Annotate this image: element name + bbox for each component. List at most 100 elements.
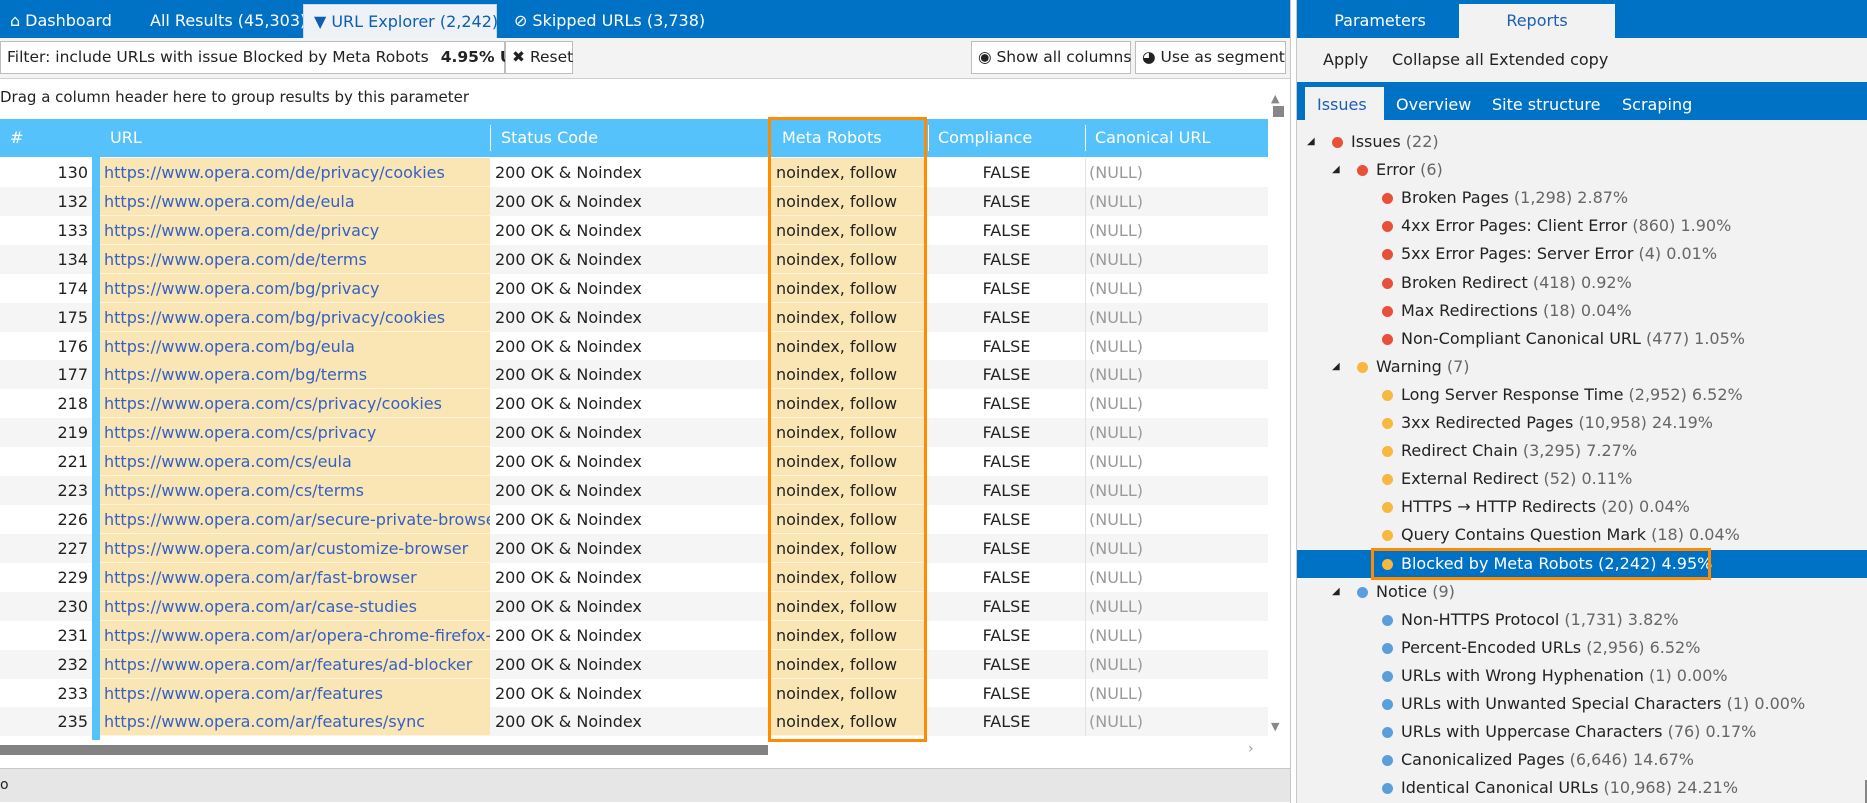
subtab-overview[interactable]: Overview [1384, 87, 1483, 120]
url-cell[interactable]: https://www.opera.com/bg/eula [100, 331, 490, 361]
table-row[interactable]: 223 https://www.opera.com/cs/terms 200 OK … [0, 476, 1268, 506]
tree-node[interactable]: ◢ Error (6) [1297, 156, 1867, 184]
tree-node[interactable]: External Redirect (52) 0.11% [1297, 465, 1867, 493]
apply-button[interactable]: Apply [1323, 50, 1368, 69]
tree-node[interactable]: Broken Redirect (418) 0.92% [1297, 269, 1867, 297]
table-row[interactable]: 133 https://www.opera.com/de/privacy 200 O… [0, 215, 1268, 245]
table-row[interactable]: 176 https://www.opera.com/bg/eula 200 OK &… [0, 331, 1268, 361]
url-cell[interactable]: https://www.opera.com/de/privacy [100, 215, 490, 245]
url-cell[interactable]: https://www.opera.com/ar/opera-chrome-fi… [100, 620, 490, 650]
table-row[interactable]: 134 https://www.opera.com/de/terms 200 OK … [0, 244, 1268, 274]
column-separator[interactable] [928, 125, 929, 151]
subtab-issues[interactable]: Issues [1305, 87, 1384, 120]
tree-node[interactable]: Percent-Encoded URLs (2,956) 6.52% [1297, 634, 1867, 662]
tree-node[interactable]: Redirect Chain (3,295) 7.27% [1297, 437, 1867, 465]
scrollbar-thumb[interactable] [0, 745, 768, 755]
url-cell[interactable]: https://www.opera.com/ar/customize-brows… [100, 533, 490, 563]
url-cell[interactable]: https://www.opera.com/ar/fast-browser [100, 562, 490, 592]
tree-node[interactable]: ◢ Notice (9) [1297, 578, 1867, 606]
url-cell[interactable]: https://www.opera.com/bg/privacy/cookies [100, 302, 490, 332]
tree-node[interactable]: Query Contains Question Mark (18) 0.04% [1297, 521, 1867, 549]
tree-node[interactable]: URLs with Wrong Hyphenation (1) 0.00% [1297, 662, 1867, 690]
tree-node[interactable]: 5xx Error Pages: Server Error (4) 0.01% [1297, 240, 1867, 268]
tree-node[interactable]: 4xx Error Pages: Client Error (860) 1.90… [1297, 212, 1867, 240]
column-header-canonical-url[interactable]: Canonical URL [1095, 119, 1210, 157]
subtab-scraping[interactable]: Scraping [1610, 87, 1704, 120]
tree-node[interactable]: URLs with Uppercase Characters (76) 0.17… [1297, 718, 1867, 746]
table-row[interactable]: 174 https://www.opera.com/bg/privacy 200 O… [0, 273, 1268, 303]
horizontal-scrollbar[interactable]: › [0, 741, 1268, 757]
url-cell[interactable]: https://www.opera.com/cs/privacy [100, 418, 490, 448]
tree-node[interactable]: Canonicalized Pages (6,646) 14.67% [1297, 746, 1867, 774]
table-row[interactable]: 218 https://www.opera.com/cs/privacy/cook… [0, 389, 1268, 419]
scroll-down-icon[interactable]: ▼ [1271, 720, 1279, 733]
url-cell[interactable]: https://www.opera.com/cs/eula [100, 447, 490, 477]
url-cell[interactable]: https://www.opera.com/ar/case-studies [100, 591, 490, 621]
tree-node[interactable]: Non-HTTPS Protocol (1,731) 3.82% [1297, 606, 1867, 634]
column-header-meta-robots[interactable]: Meta Robots [782, 119, 882, 157]
vertical-scrollbar[interactable]: ▲ ▼ [1268, 92, 1288, 740]
table-row[interactable]: 232 https://www.opera.com/ar/features/ad-… [0, 649, 1268, 679]
column-header-url[interactable]: URL [110, 119, 142, 157]
tab-all-results[interactable]: All Results (45,303) [140, 4, 316, 38]
subtab-site-structure[interactable]: Site structure [1480, 87, 1612, 120]
collapse-all-button[interactable]: Collapse all [1392, 50, 1484, 69]
table-row[interactable]: 235 https://www.opera.com/ar/features/syn… [0, 707, 1268, 737]
table-row[interactable]: 230 https://www.opera.com/ar/case-studies… [0, 591, 1268, 621]
url-cell[interactable]: https://www.opera.com/de/privacy/cookies [100, 158, 490, 187]
url-cell[interactable]: https://www.opera.com/bg/terms [100, 360, 490, 390]
url-cell[interactable]: https://www.opera.com/de/terms [100, 244, 490, 274]
scrollbar-thumb[interactable] [1273, 106, 1284, 117]
tree-node[interactable]: Blocked by Meta Robots (2,242) 4.95% [1297, 549, 1867, 578]
tab-url-explorer[interactable]: ▼ URL Explorer (2,242) [303, 4, 498, 38]
table-row[interactable]: 219 https://www.opera.com/cs/privacy 200 O… [0, 418, 1268, 448]
tree-node[interactable]: Non-Compliant Canonical URL (477) 1.05% [1297, 325, 1867, 353]
tree-node[interactable]: 3xx Redirected Pages (10,958) 24.19% [1297, 409, 1867, 437]
tree-node[interactable]: ◢ Warning (7) [1297, 353, 1867, 381]
expand-toggle-icon[interactable]: ◢ [1332, 353, 1340, 381]
url-cell[interactable]: https://www.opera.com/cs/privacy/cookies [100, 389, 490, 419]
scroll-up-icon[interactable]: ▲ [1271, 92, 1279, 105]
tab-reports[interactable]: Reports [1459, 4, 1615, 38]
tree-node[interactable]: ◢ Issues (22) [1297, 128, 1867, 156]
table-row[interactable]: 130 https://www.opera.com/de/privacy/cook… [0, 158, 1268, 187]
tree-node[interactable]: Identical Canonical URLs (10,968) 24.21% [1297, 774, 1867, 802]
tab-parameters[interactable]: Parameters [1297, 4, 1463, 38]
show-all-columns-button[interactable]: ◉ Show all columns [971, 41, 1131, 74]
url-cell[interactable]: https://www.opera.com/de/eula [100, 186, 490, 216]
use-as-segment-button[interactable]: ◕ Use as segment [1135, 41, 1286, 74]
table-row[interactable]: 226 https://www.opera.com/ar/secure-priva… [0, 505, 1268, 534]
expand-toggle-icon[interactable]: ◢ [1332, 156, 1340, 184]
tree-node[interactable]: Long Server Response Time (2,952) 6.52% [1297, 381, 1867, 409]
url-cell[interactable]: https://www.opera.com/bg/privacy [100, 273, 490, 303]
table-row[interactable]: 231 https://www.opera.com/ar/opera-chrome… [0, 620, 1268, 650]
tab-skipped-urls[interactable]: ⊘ Skipped URLs (3,738) [504, 4, 715, 38]
tab-dashboard[interactable]: ⌂ Dashboard [0, 4, 122, 38]
expand-toggle-icon[interactable]: ◢ [1307, 128, 1315, 156]
reset-button[interactable]: ✖ Reset [505, 41, 573, 74]
column-header-number[interactable]: # [10, 119, 23, 157]
url-cell[interactable]: https://www.opera.com/ar/features/ad-blo… [100, 649, 490, 679]
tree-node[interactable]: Max Redirections (18) 0.04% [1297, 297, 1867, 325]
url-cell[interactable]: https://www.opera.com/ar/secure-private-… [100, 505, 490, 534]
table-row[interactable]: 233 https://www.opera.com/ar/features 200 … [0, 678, 1268, 708]
url-cell[interactable]: https://www.opera.com/cs/terms [100, 476, 490, 506]
tree-node[interactable]: HTTPS → HTTP Redirects (20) 0.04% [1297, 493, 1867, 521]
column-header-compliance[interactable]: Compliance [938, 119, 1032, 157]
url-cell[interactable]: https://www.opera.com/ar/features [100, 678, 490, 708]
expand-toggle-icon[interactable]: ◢ [1332, 578, 1340, 606]
tree-node[interactable]: URLs with Unwanted Special Characters (1… [1297, 690, 1867, 718]
column-separator[interactable] [1085, 125, 1086, 151]
table-row[interactable]: 177 https://www.opera.com/bg/terms 200 OK … [0, 360, 1268, 390]
tree-node[interactable]: Broken Pages (1,298) 2.87% [1297, 184, 1867, 212]
table-row[interactable]: 221 https://www.opera.com/cs/eula 200 OK &… [0, 447, 1268, 477]
table-row[interactable]: 229 https://www.opera.com/ar/fast-browser… [0, 562, 1268, 592]
column-header-status-code[interactable]: Status Code [501, 119, 598, 157]
scroll-right-icon[interactable]: › [1248, 741, 1254, 757]
column-separator[interactable] [490, 125, 491, 151]
extended-copy-button[interactable]: Extended copy [1489, 50, 1608, 69]
table-row[interactable]: 227 https://www.opera.com/ar/customize-br… [0, 533, 1268, 563]
table-row[interactable]: 132 https://www.opera.com/de/eula 200 OK &… [0, 186, 1268, 216]
url-cell[interactable]: https://www.opera.com/ar/features/sync [100, 707, 490, 737]
group-by-drop-zone[interactable]: Drag a column header here to group resul… [0, 88, 469, 106]
